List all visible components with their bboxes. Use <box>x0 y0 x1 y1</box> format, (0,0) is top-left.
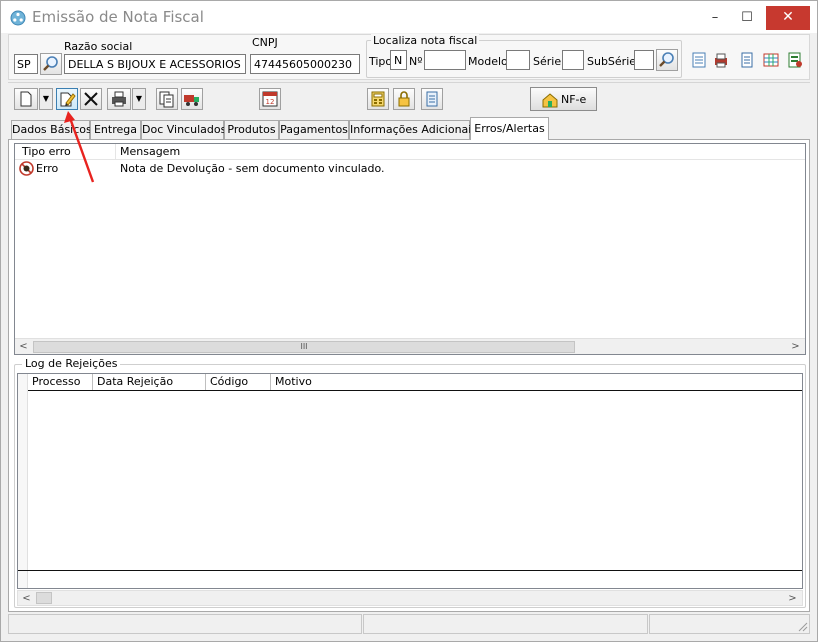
rejeicoes-horizontal-scrollbar[interactable]: < > <box>17 590 803 606</box>
nfe-button[interactable]: NF-e <box>530 87 597 111</box>
errors-list-header: Tipo erro Mensagem <box>15 144 805 160</box>
copy-document-button[interactable] <box>156 88 178 110</box>
scroll-left-arrow[interactable]: < <box>15 339 32 355</box>
edit-document-button[interactable] <box>56 88 78 110</box>
status-segment-1 <box>8 614 362 634</box>
report-list-icon[interactable] <box>690 51 708 69</box>
errors-horizontal-scrollbar[interactable]: < III > <box>15 338 805 354</box>
maximize-button[interactable]: ☐ <box>732 6 762 30</box>
error-type-cell: Erro <box>36 162 59 175</box>
tab-produtos[interactable]: Produtos <box>224 120 279 139</box>
copy-pages-icon <box>159 91 174 108</box>
padlock-icon <box>398 91 410 107</box>
tipo-label: Tipo <box>369 55 393 68</box>
calculator-icon <box>371 91 385 107</box>
serie-field[interactable] <box>562 50 584 70</box>
razao-social-field[interactable]: DELLA S BIJOUX E ACESSORIOS LTD <box>64 54 246 74</box>
razao-social-label: Razão social <box>64 40 133 53</box>
localiza-search-button[interactable] <box>656 49 678 71</box>
numero-field[interactable] <box>424 50 466 70</box>
numero-label: Nº <box>409 55 423 68</box>
nfe-button-label: NF-e <box>561 93 587 106</box>
close-x-icon <box>84 92 98 106</box>
search-uf-button[interactable] <box>40 53 62 75</box>
magnifier-icon <box>659 52 674 67</box>
grid-table-icon[interactable] <box>762 51 780 69</box>
print-preview-icon[interactable] <box>712 51 730 69</box>
uf-field[interactable]: SP <box>14 54 38 74</box>
status-segment-2 <box>363 614 648 634</box>
toolbar-top-divider <box>8 82 810 83</box>
export-sheet-icon[interactable] <box>786 51 804 69</box>
modelo-label: Modelo <box>468 55 508 68</box>
new-document-button[interactable] <box>14 88 38 110</box>
rejeicoes-list[interactable]: Processo Data Rejeição Código Motivo <box>17 373 803 589</box>
modelo-field[interactable] <box>506 50 530 70</box>
scroll-right-arrow[interactable]: > <box>784 591 801 607</box>
close-button[interactable]: ✕ <box>766 6 810 30</box>
resize-grip-icon[interactable] <box>796 620 808 632</box>
annotation-arrow-icon <box>64 111 95 183</box>
blank-page-icon <box>20 91 32 107</box>
rejeicoes-title: Log de Rejeições <box>22 357 121 370</box>
svg-text:12: 12 <box>266 98 275 106</box>
minimize-button[interactable]: – <box>700 6 730 30</box>
new-dropdown-button[interactable]: ▼ <box>39 88 53 110</box>
truck-icon <box>184 95 199 106</box>
rejeicoes-list-bottom-line <box>18 570 802 571</box>
print-dropdown-button[interactable]: ▼ <box>132 88 146 110</box>
row-indicator-column <box>18 374 28 588</box>
table-row[interactable]: Erro Nota de Devolução - sem documento v… <box>15 161 805 177</box>
magnifier-icon <box>43 56 58 71</box>
cnpj-label: CNPJ <box>252 36 278 49</box>
calendar-button[interactable]: 12 <box>259 88 281 110</box>
subserie-field[interactable] <box>634 50 654 70</box>
tab-informacoes-adicionais[interactable]: Informações Adicionais <box>349 120 477 139</box>
column-header-mensagem[interactable]: Mensagem <box>116 144 676 160</box>
chevron-down-icon: ▼ <box>135 94 143 103</box>
serie-label: Série <box>533 55 562 68</box>
edit-page-icon <box>60 92 76 107</box>
nfe-house-icon <box>542 93 558 108</box>
column-header-codigo[interactable]: Código <box>206 374 271 390</box>
rejeicoes-list-header: Processo Data Rejeição Código Motivo <box>28 374 802 391</box>
errors-list[interactable]: Tipo erro Mensagem Erro Nota de Devoluçã… <box>14 143 806 355</box>
notes-button[interactable] <box>421 88 443 110</box>
document-icon[interactable] <box>738 51 756 69</box>
column-header-motivo[interactable]: Motivo <box>271 374 571 390</box>
print-button[interactable] <box>107 88 131 110</box>
scroll-right-arrow[interactable]: > <box>787 339 804 355</box>
scroll-left-arrow[interactable]: < <box>18 591 35 607</box>
window-title: Emissão de Nota Fiscal <box>32 8 204 26</box>
scroll-thumb[interactable]: III <box>33 341 575 353</box>
status-segment-3 <box>649 614 810 634</box>
column-header-processo[interactable]: Processo <box>28 374 93 390</box>
printer-icon <box>112 91 126 107</box>
tab-erros-alertas[interactable]: Erros/Alertas <box>470 117 549 140</box>
calculate-button[interactable] <box>367 88 389 110</box>
lock-button[interactable] <box>393 88 415 110</box>
tipo-field[interactable]: N <box>390 50 407 70</box>
cnpj-field[interactable]: 47445605000230 <box>250 54 360 74</box>
tab-doc-vinculados[interactable]: Doc Vinculados <box>141 120 226 139</box>
scroll-thumb[interactable] <box>36 592 52 604</box>
app-logo-icon <box>10 10 26 26</box>
subserie-label: SubSérie <box>587 55 637 68</box>
error-icon <box>19 161 34 176</box>
delete-button[interactable] <box>80 88 102 110</box>
error-message-cell: Nota de Devolução - sem documento vincul… <box>120 162 385 175</box>
delivery-truck-button[interactable] <box>181 88 203 110</box>
note-page-icon <box>426 91 438 107</box>
chevron-down-icon: ▼ <box>42 94 50 103</box>
tab-pagamentos[interactable]: Pagamentos <box>279 120 349 139</box>
calendar-icon: 12 <box>262 91 278 107</box>
column-header-data-rejeicao[interactable]: Data Rejeição <box>93 374 206 390</box>
localiza-title: Localiza nota fiscal <box>371 34 480 47</box>
